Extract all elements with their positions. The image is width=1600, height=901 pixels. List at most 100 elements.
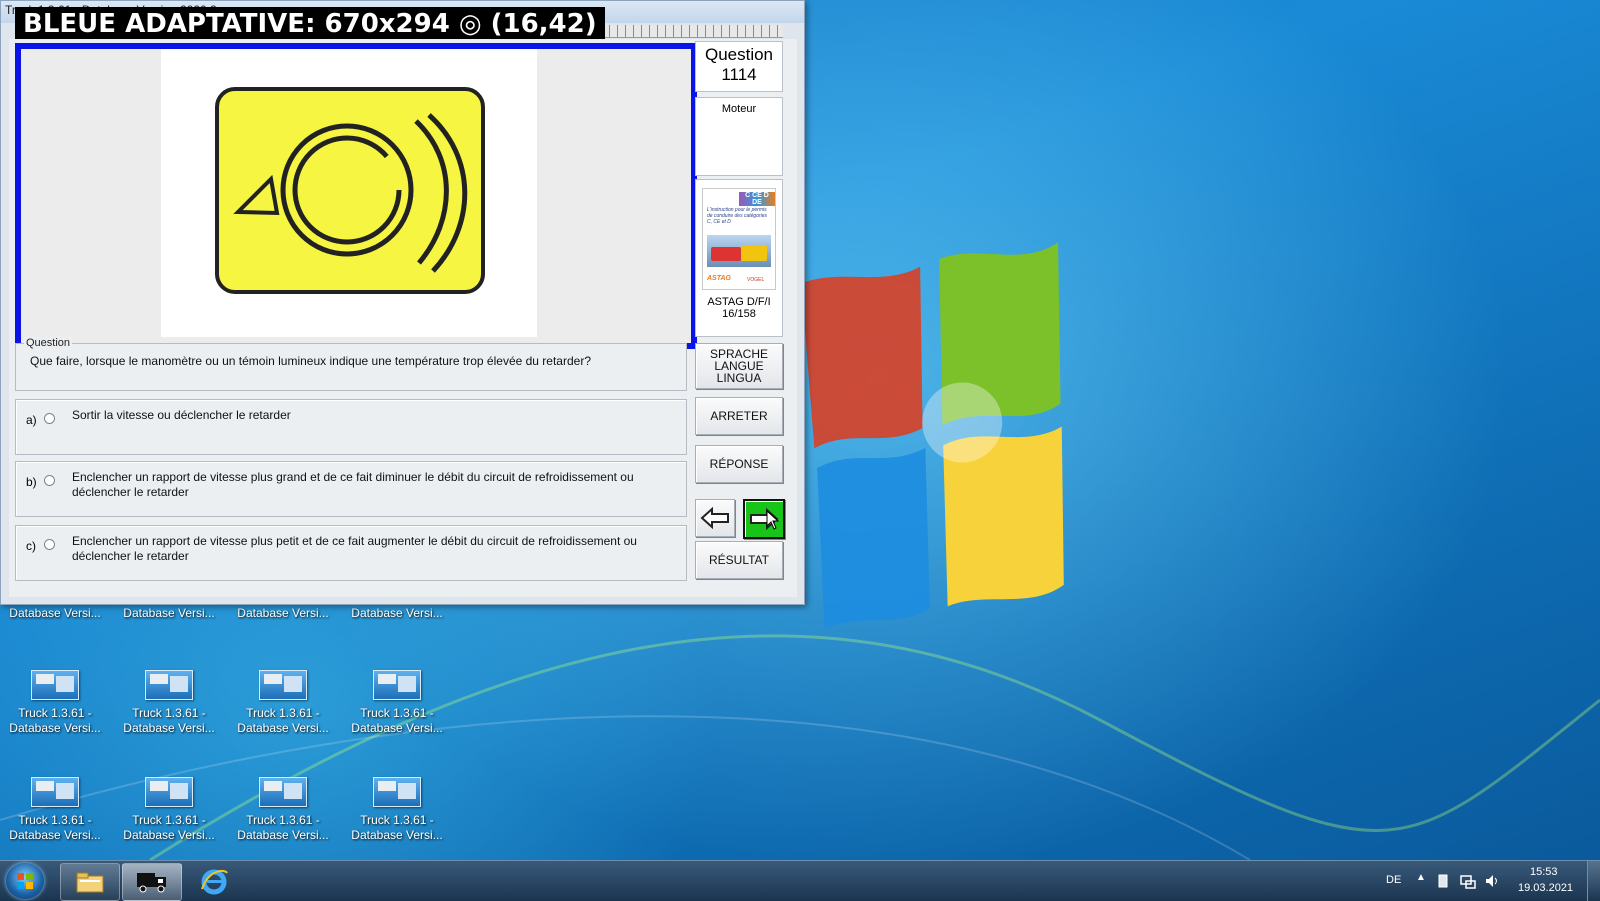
truck-shortcut-icon bbox=[373, 777, 421, 807]
shortcut-label-line1: Truck 1.3.61 - bbox=[132, 706, 206, 720]
shortcut-label-line2: Database Versi... bbox=[9, 606, 101, 620]
shortcut-label-line2: Database Versi... bbox=[351, 721, 443, 735]
question-number-box: Question 1114 bbox=[695, 41, 783, 92]
truck-shortcut-icon bbox=[259, 777, 307, 807]
shortcut-label-line2: Database Versi... bbox=[123, 721, 215, 735]
book-source: ASTAG D/F/I bbox=[707, 296, 771, 308]
answer-text: Enclencher un rapport de vitesse plus gr… bbox=[72, 470, 634, 499]
book-page: 16/158 bbox=[722, 308, 756, 320]
file-explorer-icon bbox=[76, 872, 104, 893]
book-cover-logo-secondary: VOGEL bbox=[747, 277, 765, 283]
windows-flag-icon bbox=[17, 873, 33, 889]
truck-app-icon bbox=[137, 873, 166, 893]
shortcut-label-line2: Database Versi... bbox=[9, 721, 101, 735]
question-group: Question Que faire, lorsque le manomètre… bbox=[15, 337, 687, 391]
volume-icon[interactable] bbox=[1484, 873, 1500, 889]
bus-truck-photo bbox=[707, 235, 771, 267]
stop-button[interactable]: ARRETER bbox=[695, 397, 783, 435]
answer-option-c[interactable]: c) Enclencher un rapport de vitesse plus… bbox=[15, 525, 687, 581]
windows-logo-wallpaper bbox=[801, 242, 1064, 629]
app-window: Truck 1.3.61 - Database Version 2020.2 B… bbox=[0, 0, 805, 605]
previous-question-button[interactable] bbox=[695, 499, 735, 537]
shortcut-label-line1: Truck 1.3.61 - bbox=[246, 706, 320, 720]
category-label: Moteur bbox=[721, 103, 757, 115]
desktop-shortcut-truck[interactable]: Truck 1.3.61 - Database Versi... bbox=[114, 777, 224, 843]
taskbar-internet-explorer[interactable] bbox=[184, 863, 244, 901]
answer-option-a[interactable]: a) Sortir la vitesse ou déclencher le re… bbox=[15, 399, 687, 455]
source-book-box: C CE D DE L'instruction pour le permis d… bbox=[695, 179, 783, 337]
answer-letter: a) bbox=[26, 413, 37, 427]
overlay-label: BLEUE ADAPTATIVE: 670x294 ◎ (16,42) bbox=[15, 7, 605, 41]
desktop-shortcut-truck[interactable]: Truck 1.3.61 - Database Versi... bbox=[0, 777, 110, 843]
book-cover-badge: C CE D DE bbox=[739, 192, 775, 206]
usb-device-icon[interactable] bbox=[1436, 873, 1450, 889]
answer-option-b[interactable]: b) Enclencher un rapport de vitesse plus… bbox=[15, 461, 687, 517]
desktop-shortcut-truck[interactable]: Truck 1.3.61 - Database Versi... bbox=[0, 670, 110, 736]
start-button[interactable] bbox=[6, 863, 44, 899]
answer-button[interactable]: RÉPONSE bbox=[695, 445, 783, 483]
language-indicator[interactable]: DE bbox=[1386, 874, 1401, 886]
shortcut-label-line2: Database Versi... bbox=[123, 606, 215, 620]
truck-shortcut-icon bbox=[145, 670, 193, 700]
arrow-left-icon bbox=[700, 507, 729, 529]
question-image bbox=[161, 49, 537, 337]
shortcut-label-line2: Database Versi... bbox=[351, 606, 443, 620]
shortcut-label-line1: Truck 1.3.61 - bbox=[132, 813, 206, 827]
desktop-shortcut-truck[interactable]: Database Versi... bbox=[342, 606, 452, 621]
truck-shortcut-icon bbox=[31, 670, 79, 700]
desktop-shortcut-truck[interactable]: Truck 1.3.61 - Database Versi... bbox=[228, 670, 338, 736]
book-cover-image: C CE D DE L'instruction pour le permis d… bbox=[702, 188, 776, 290]
shortcut-label-line2: Database Versi... bbox=[237, 606, 329, 620]
shortcut-label-line2: Database Versi... bbox=[9, 828, 101, 842]
shortcut-label-line1: Truck 1.3.61 - bbox=[18, 813, 92, 827]
desktop-shortcut-truck[interactable]: Database Versi... bbox=[228, 606, 338, 621]
book-cover-text: L'instruction pour le permis de conduire… bbox=[707, 207, 768, 225]
taskbar-file-explorer[interactable] bbox=[60, 863, 120, 901]
category-box: Moteur bbox=[695, 97, 783, 176]
answer-radio[interactable] bbox=[44, 539, 55, 550]
truck-shortcut-icon bbox=[373, 670, 421, 700]
language-button[interactable]: SPRACHE LANGUE LINGUA bbox=[695, 343, 783, 389]
question-text: Que faire, lorsque le manomètre ou un té… bbox=[30, 354, 591, 368]
shortcut-label-line2: Database Versi... bbox=[351, 828, 443, 842]
shortcut-label-line2: Database Versi... bbox=[237, 721, 329, 735]
truck-shortcut-icon bbox=[31, 777, 79, 807]
book-cover-logo: ASTAG bbox=[707, 275, 731, 282]
desktop-shortcut-truck[interactable]: Truck 1.3.61 - Database Versi... bbox=[342, 777, 452, 843]
shortcut-label-line2: Database Versi... bbox=[123, 828, 215, 842]
answer-text: Sortir la vitesse ou déclencher le retar… bbox=[72, 408, 291, 422]
taskbar: DE ▲ 15:53 19.03.2021 bbox=[0, 860, 1600, 901]
desktop-shortcut-truck[interactable]: Truck 1.3.61 - Database Versi... bbox=[114, 670, 224, 736]
mouse-cursor-icon bbox=[766, 510, 780, 530]
window-client: Question 1114 Moteur C CE D DE L'instruc… bbox=[9, 39, 797, 597]
show-hidden-icons-icon[interactable]: ▲ bbox=[1416, 872, 1426, 883]
desktop-shortcut-truck[interactable]: Database Versi... bbox=[0, 606, 110, 621]
question-label: Question bbox=[704, 45, 774, 64]
question-image-frame bbox=[15, 43, 697, 349]
show-desktop-button[interactable] bbox=[1587, 861, 1600, 901]
answer-radio[interactable] bbox=[44, 475, 55, 486]
desktop-shortcut-truck[interactable]: Truck 1.3.61 - Database Versi... bbox=[228, 777, 338, 843]
shortcut-label-line1: Truck 1.3.61 - bbox=[360, 706, 434, 720]
language-label-it: LINGUA bbox=[716, 371, 762, 385]
retarder-warning-icon bbox=[215, 87, 485, 294]
shortcut-label-line2: Database Versi... bbox=[237, 828, 329, 842]
question-legend: Question bbox=[24, 337, 73, 349]
desktop-shortcut-truck[interactable]: Truck 1.3.61 - Database Versi... bbox=[342, 670, 452, 736]
shortcut-label-line1: Truck 1.3.61 - bbox=[360, 813, 434, 827]
desktop-shortcut-truck[interactable]: Database Versi... bbox=[114, 606, 224, 621]
truck-shortcut-icon bbox=[145, 777, 193, 807]
result-button[interactable]: RÉSULTAT bbox=[695, 541, 783, 579]
answer-text: Enclencher un rapport de vitesse plus pe… bbox=[72, 534, 637, 563]
answer-letter: c) bbox=[26, 539, 36, 553]
shortcut-label-line1: Truck 1.3.61 - bbox=[246, 813, 320, 827]
taskbar-truck-app[interactable] bbox=[122, 863, 182, 901]
answer-radio[interactable] bbox=[44, 413, 55, 424]
shortcut-label-line1: Truck 1.3.61 - bbox=[18, 706, 92, 720]
clock-date[interactable]: 19.03.2021 bbox=[1518, 882, 1573, 894]
network-icon[interactable] bbox=[1460, 873, 1476, 889]
clock-time[interactable]: 15:53 bbox=[1530, 866, 1558, 878]
answer-letter: b) bbox=[26, 475, 37, 489]
question-number: 1114 bbox=[721, 65, 757, 84]
internet-explorer-icon bbox=[201, 869, 228, 895]
